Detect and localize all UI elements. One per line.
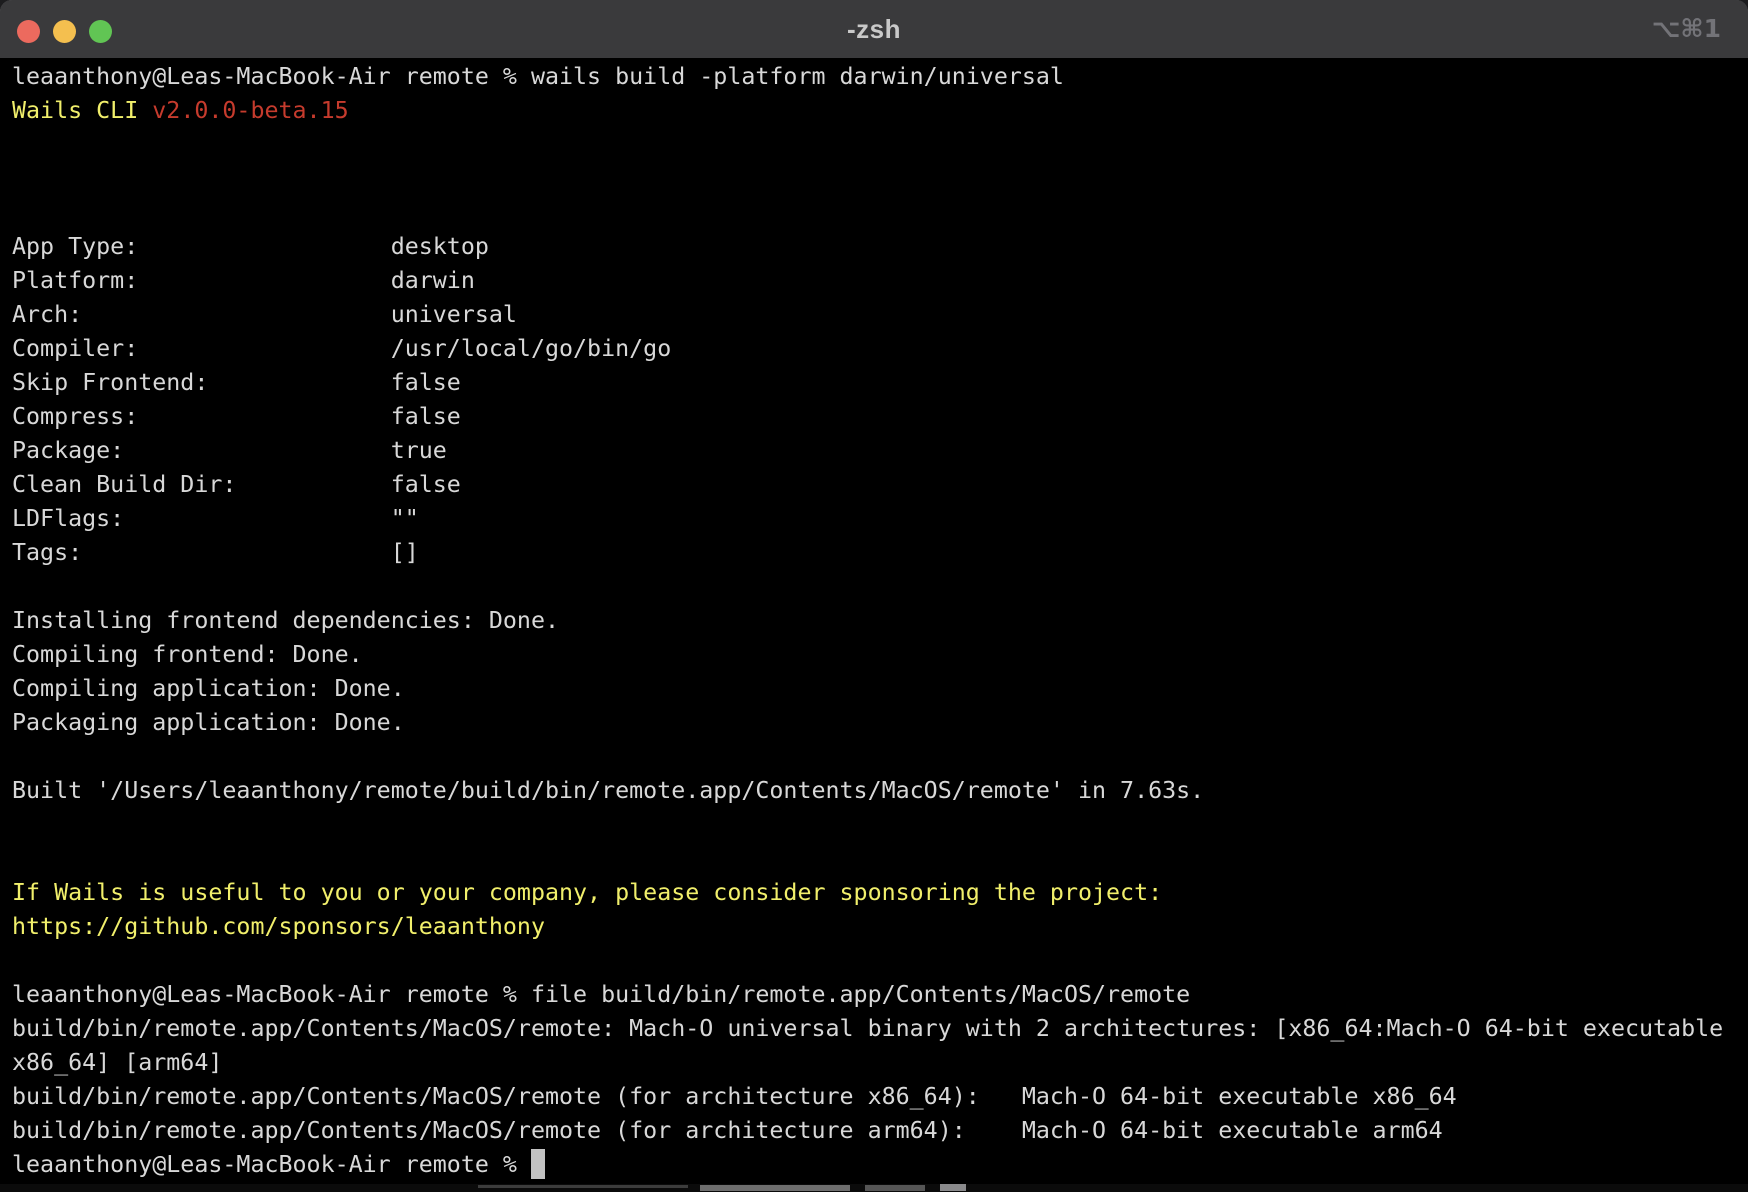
terminal-text-span: Packaging application: Done.	[12, 709, 405, 736]
terminal-line: If Wails is useful to you or your compan…	[12, 876, 1748, 910]
terminal-line	[12, 944, 1748, 978]
terminal-line: Installing frontend dependencies: Done.	[12, 604, 1748, 638]
terminal-text-span: Compress: false	[12, 403, 461, 430]
traffic-lights	[17, 20, 112, 43]
terminal-text-span: Skip Frontend: false	[12, 369, 461, 396]
terminal-line: build/bin/remote.app/Contents/MacOS/remo…	[12, 1012, 1748, 1046]
terminal-line: App Type: desktop	[12, 230, 1748, 264]
background-window-fragment	[865, 1185, 925, 1191]
terminal-text-span: build/bin/remote.app/Contents/MacOS/remo…	[12, 1015, 1737, 1042]
terminal-screen[interactable]: leaanthony@Leas-MacBook-Air remote % wai…	[0, 58, 1748, 1184]
background-window-sliver	[0, 1184, 1748, 1192]
terminal-text-span: x86_64] [arm64]	[12, 1049, 222, 1076]
terminal-text-span: leaanthony@Leas-MacBook-Air remote % fil…	[12, 981, 1190, 1008]
terminal-text-span: Platform: darwin	[12, 267, 475, 294]
background-window-fragment	[478, 1185, 688, 1188]
terminal-line: https://github.com/sponsors/leaanthony	[12, 910, 1748, 944]
terminal-text-span: If Wails is useful to you or your compan…	[12, 879, 1162, 906]
terminal-line: Platform: darwin	[12, 264, 1748, 298]
tab-shortcut-label: ⌥⌘1	[1652, 14, 1721, 43]
terminal-text-span: Compiling frontend: Done.	[12, 641, 363, 668]
terminal-text-span: Tags: []	[12, 539, 419, 566]
terminal-line: Wails CLI v2.0.0-beta.15	[12, 94, 1748, 128]
terminal-text-span: Compiler: /usr/local/go/bin/go	[12, 335, 671, 362]
terminal-line: LDFlags: ""	[12, 502, 1748, 536]
terminal-text-span: build/bin/remote.app/Contents/MacOS/remo…	[12, 1117, 1443, 1144]
terminal-text-span: leaanthony@Leas-MacBook-Air remote %	[12, 1151, 531, 1178]
window-titlebar[interactable]: -zsh ⌥⌘1	[0, 0, 1748, 58]
terminal-line: Compiling frontend: Done.	[12, 638, 1748, 672]
terminal-line: build/bin/remote.app/Contents/MacOS/remo…	[12, 1080, 1748, 1114]
terminal-text-span: v2.0.0-beta.15	[152, 97, 348, 124]
terminal-text-span: build/bin/remote.app/Contents/MacOS/remo…	[12, 1083, 1457, 1110]
terminal-line	[12, 162, 1748, 196]
terminal-text-span: App Type: desktop	[12, 233, 489, 260]
terminal-text-span: LDFlags: ""	[12, 505, 419, 532]
terminal-line: Tags: []	[12, 536, 1748, 570]
terminal-line: build/bin/remote.app/Contents/MacOS/remo…	[12, 1114, 1748, 1148]
terminal-window: -zsh ⌥⌘1 leaanthony@Leas-MacBook-Air rem…	[0, 0, 1748, 1184]
terminal-text-span: Compiling application: Done.	[12, 675, 405, 702]
terminal-text-span: Arch: universal	[12, 301, 517, 328]
terminal-line	[12, 128, 1748, 162]
terminal-line: Built '/Users/leaanthony/remote/build/bi…	[12, 774, 1748, 808]
terminal-line	[12, 740, 1748, 774]
background-window-fragment	[940, 1184, 966, 1191]
terminal-text-span: https://github.com/sponsors/leaanthony	[12, 913, 545, 940]
terminal-line: Skip Frontend: false	[12, 366, 1748, 400]
terminal-line: Package: true	[12, 434, 1748, 468]
terminal-line	[12, 842, 1748, 876]
background-window-fragment	[700, 1185, 850, 1191]
terminal-line: Arch: universal	[12, 298, 1748, 332]
terminal-line: leaanthony@Leas-MacBook-Air remote %	[12, 1148, 1748, 1182]
terminal-text-span: Package: true	[12, 437, 447, 464]
terminal-text-span: Clean Build Dir: false	[12, 471, 461, 498]
close-button[interactable]	[17, 20, 40, 43]
terminal-line	[12, 570, 1748, 604]
terminal-text-span: leaanthony@Leas-MacBook-Air remote % wai…	[12, 63, 1064, 90]
terminal-text-span: Installing frontend dependencies: Done.	[12, 607, 559, 634]
terminal-line	[12, 196, 1748, 230]
terminal-line: Compiling application: Done.	[12, 672, 1748, 706]
terminal-line: Compress: false	[12, 400, 1748, 434]
terminal-line: Compiler: /usr/local/go/bin/go	[12, 332, 1748, 366]
terminal-cursor	[531, 1149, 545, 1179]
terminal-line: Packaging application: Done.	[12, 706, 1748, 740]
terminal-line	[12, 808, 1748, 842]
terminal-line: leaanthony@Leas-MacBook-Air remote % wai…	[12, 60, 1748, 94]
minimize-button[interactable]	[53, 20, 76, 43]
terminal-line: Clean Build Dir: false	[12, 468, 1748, 502]
terminal-text-span: Built '/Users/leaanthony/remote/build/bi…	[12, 777, 1204, 804]
window-title: -zsh	[847, 14, 901, 45]
zoom-button[interactable]	[89, 20, 112, 43]
terminal-line: leaanthony@Leas-MacBook-Air remote % fil…	[12, 978, 1748, 1012]
terminal-line: x86_64] [arm64]	[12, 1046, 1748, 1080]
terminal-text-span: Wails CLI	[12, 97, 152, 124]
